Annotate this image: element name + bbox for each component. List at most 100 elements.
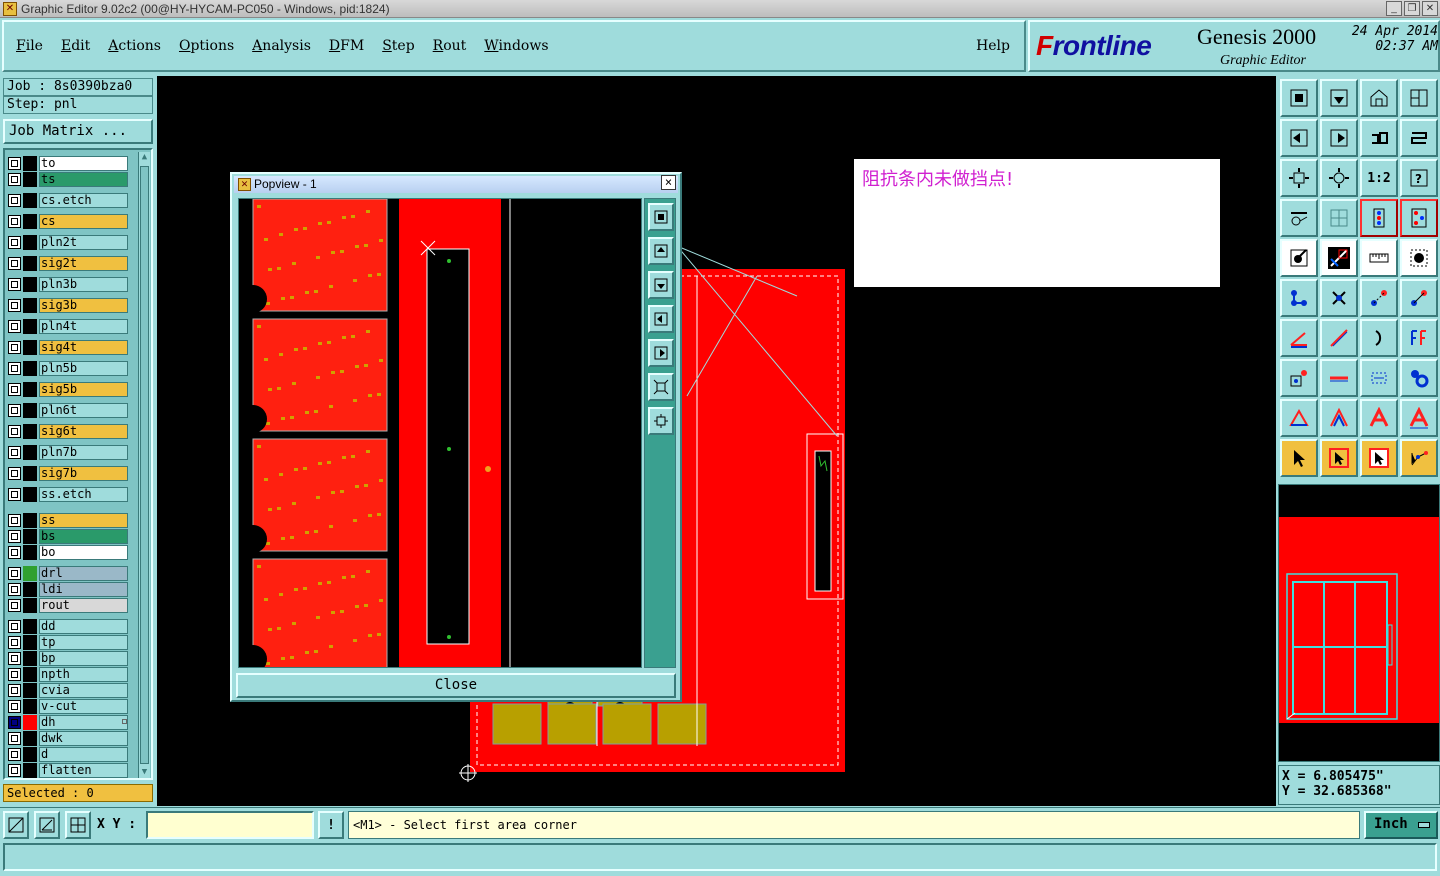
popview-close-button[interactable]: Close — [236, 673, 676, 698]
layer-row-cs.etch[interactable]: cs.etch — [8, 193, 128, 208]
shapes-icon[interactable] — [1400, 359, 1438, 397]
layer-row-ldi[interactable]: ldi — [8, 582, 128, 597]
menu-help[interactable]: Help — [976, 38, 1010, 54]
angle-mode-icon[interactable] — [34, 811, 60, 839]
layer-name[interactable]: flatten — [39, 763, 128, 778]
undo-view-icon[interactable] — [1360, 119, 1398, 157]
layer-list-scrollbar[interactable]: ▲ ▼ — [138, 152, 150, 778]
layer-color-swatch[interactable] — [23, 747, 37, 762]
layer-checkbox[interactable] — [8, 320, 21, 333]
layer-checkbox[interactable] — [8, 194, 21, 207]
layer-row-ss[interactable]: ss — [8, 513, 128, 528]
menu-rout[interactable]: Rout — [433, 38, 467, 54]
layer-name[interactable]: drl — [39, 566, 128, 581]
layer-color-swatch[interactable] — [23, 298, 37, 313]
popview-close-icon[interactable]: × — [661, 175, 676, 190]
layer-checkbox[interactable] — [8, 215, 21, 228]
layer-color-swatch[interactable] — [23, 513, 37, 528]
pan-right-icon[interactable] — [1320, 119, 1358, 157]
horizontal-line-icon[interactable] — [1320, 359, 1358, 397]
move-feature-icon[interactable] — [1360, 279, 1398, 317]
layer-row-v-cut[interactable]: v-cut — [8, 699, 128, 714]
layer-row-pln3b[interactable]: pln3b — [8, 277, 128, 292]
layer-name[interactable]: pln2t — [39, 235, 128, 250]
overview-map[interactable] — [1278, 484, 1440, 762]
layer-color-swatch[interactable] — [23, 193, 37, 208]
pad-snap-icon[interactable] — [1280, 359, 1318, 397]
layer-checkbox[interactable] — [8, 636, 21, 649]
popview-zoom-home-icon[interactable] — [648, 203, 674, 231]
pan-down-icon[interactable] — [1320, 79, 1358, 117]
layer-color-swatch[interactable] — [23, 445, 37, 460]
layer-row-sig7b[interactable]: sig7b — [8, 466, 128, 481]
layer-color-swatch[interactable] — [23, 731, 37, 746]
zoom-center-icon[interactable] — [1320, 159, 1358, 197]
distance-icon[interactable] — [1360, 359, 1398, 397]
layer-name[interactable]: dwk — [39, 731, 128, 746]
layer-name[interactable]: d — [39, 747, 128, 762]
layer-checkbox[interactable] — [8, 236, 21, 249]
layer-name[interactable]: sig2t — [39, 256, 128, 271]
layer-row-ss.etch[interactable]: ss.etch — [8, 487, 128, 502]
layer-row-pln2t[interactable]: pln2t — [8, 235, 128, 250]
layer-name[interactable]: bo — [39, 545, 128, 560]
layer-name[interactable]: bp — [39, 651, 128, 666]
layer-checkbox[interactable] — [8, 599, 21, 612]
layer-checkbox[interactable] — [8, 425, 21, 438]
layer-name[interactable]: ss.etch — [39, 487, 128, 502]
layer-row-sig4t[interactable]: sig4t — [8, 340, 128, 355]
layer-row-ts[interactable]: ts — [8, 172, 128, 187]
layer-color-swatch[interactable] — [23, 424, 37, 439]
layer-name[interactable]: ldi — [39, 582, 128, 597]
layer-checkbox[interactable] — [8, 341, 21, 354]
layer-color-swatch[interactable] — [23, 667, 37, 682]
layer-color-swatch[interactable] — [23, 699, 37, 714]
layer-name[interactable]: bs — [39, 529, 128, 544]
layer-checkbox[interactable] — [8, 257, 21, 270]
layer-checkbox[interactable] — [8, 514, 21, 527]
popview-canvas[interactable] — [238, 198, 642, 668]
text-icon[interactable] — [1360, 399, 1398, 437]
layer-checkbox[interactable] — [8, 700, 21, 713]
layer-color-swatch[interactable] — [23, 319, 37, 334]
layer-color-swatch[interactable] — [23, 403, 37, 418]
delete-feature-icon[interactable] — [1320, 279, 1358, 317]
layer-row-sig3b[interactable]: sig3b — [8, 298, 128, 313]
layer-row-rout[interactable]: rout — [8, 598, 128, 613]
menu-file[interactable]: File — [16, 38, 43, 54]
split-view-icon[interactable] — [1400, 79, 1438, 117]
layer-checkbox[interactable] — [8, 299, 21, 312]
layer-color-swatch[interactable] — [23, 635, 37, 650]
layer-row-sig6t[interactable]: sig6t — [8, 424, 128, 439]
layer-row-pln4t[interactable]: pln4t — [8, 319, 128, 334]
popview-title-bar[interactable]: ✕ Popview - 1 — [234, 176, 678, 193]
layer-row-pln7b[interactable]: pln7b — [8, 445, 128, 460]
layer-color-swatch[interactable] — [23, 529, 37, 544]
layer-row-dh[interactable]: dh — [8, 715, 128, 730]
scroll-down-arrow-icon[interactable]: ▼ — [139, 767, 150, 778]
layer-name[interactable]: sig5b — [39, 382, 128, 397]
select-box-icon[interactable] — [1320, 439, 1358, 477]
popview-pan-right-icon[interactable] — [648, 339, 674, 367]
layer-checkbox[interactable] — [8, 404, 21, 417]
layer-row-dwk[interactable]: dwk — [8, 731, 128, 746]
layer-color-swatch[interactable] — [23, 156, 37, 171]
layer-row-sig2t[interactable]: sig2t — [8, 256, 128, 271]
layer-color-swatch[interactable] — [23, 277, 37, 292]
xy-input[interactable] — [146, 811, 314, 839]
layer-row-bs[interactable]: bs — [8, 529, 128, 544]
zoom-home-icon[interactable] — [1280, 79, 1318, 117]
layer-color-swatch[interactable] — [23, 235, 37, 250]
menu-dfm[interactable]: DFM — [329, 38, 364, 54]
layer-color-swatch[interactable] — [23, 256, 37, 271]
layer-color-swatch[interactable] — [23, 214, 37, 229]
snap-mode-icon[interactable] — [3, 811, 29, 839]
menu-step[interactable]: Step — [382, 38, 414, 54]
layer-checkbox[interactable] — [8, 157, 21, 170]
home-view-icon[interactable] — [1360, 79, 1398, 117]
layer-checkbox[interactable] — [8, 716, 21, 729]
snap-connect-icon[interactable] — [1400, 199, 1438, 237]
contour-icon[interactable] — [1400, 399, 1438, 437]
layer-color-swatch[interactable] — [23, 683, 37, 698]
scroll-up-arrow-icon[interactable]: ▲ — [139, 152, 150, 163]
